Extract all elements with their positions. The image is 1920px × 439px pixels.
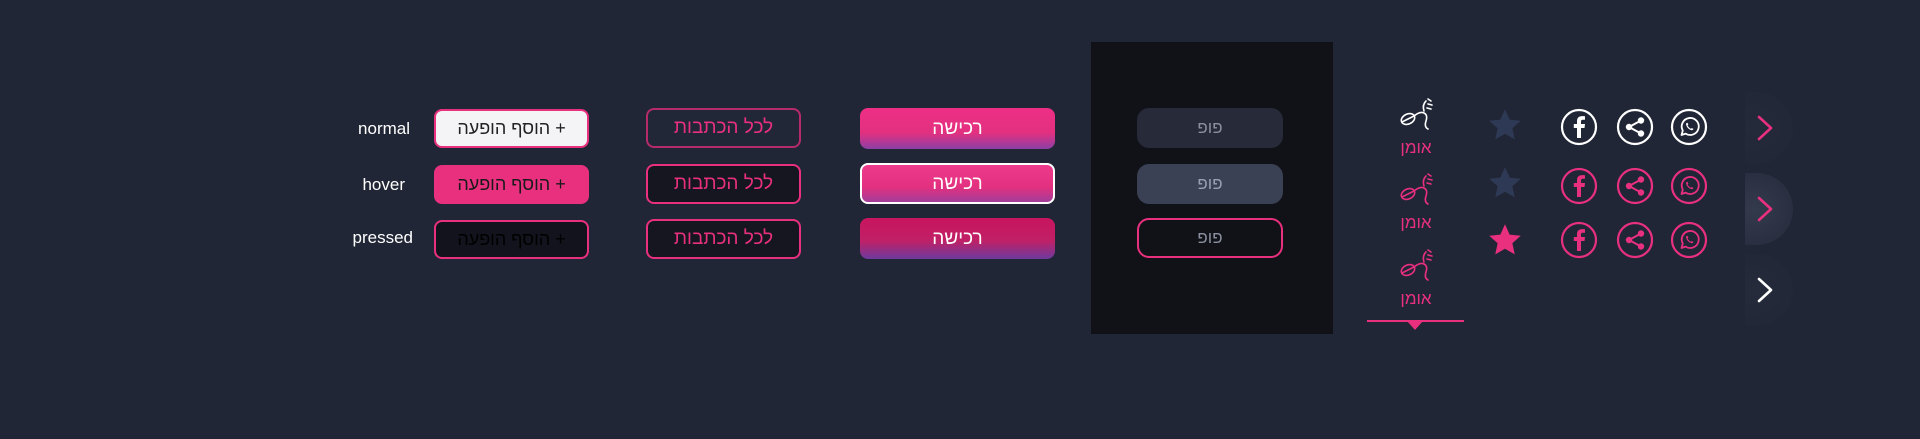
chevron-right-icon [1757, 196, 1773, 222]
whatsapp-icon[interactable] [1670, 221, 1708, 259]
purchase-label: רכישה [932, 227, 983, 249]
all-writings-label: לכל הכתבות [673, 228, 774, 249]
star-icon-hover[interactable] [1487, 165, 1523, 201]
share-icon[interactable] [1616, 108, 1654, 146]
add-event-button-hover[interactable]: + הוסף הופעה [434, 165, 589, 204]
genre-pill-label: פופ [1197, 174, 1223, 193]
next-arrow-button-pressed[interactable] [1745, 254, 1793, 326]
artist-tab-label: אומן [1400, 213, 1432, 232]
genre-pill-label: פופ [1197, 118, 1223, 137]
singer-microphone-icon [1400, 173, 1433, 205]
artist-tab-normal[interactable]: אומן [1376, 97, 1456, 158]
all-writings-label: לכל הכתבות [673, 173, 774, 194]
star-icon-normal[interactable] [1487, 107, 1523, 143]
state-label-pressed: pressed [352, 228, 413, 247]
purchase-button-pressed[interactable]: רכישה [860, 218, 1055, 259]
artist-tab-active[interactable]: אומן [1376, 248, 1456, 309]
next-arrow-button-normal[interactable] [1745, 92, 1793, 164]
genre-pill-pop-hover[interactable]: פופ [1137, 164, 1283, 204]
add-event-button-normal[interactable]: + הוסף הופעה [434, 109, 589, 148]
add-event-label: + הוסף הופעה [457, 118, 566, 138]
chevron-right-icon [1757, 277, 1773, 303]
dark-preview-panel: פופ פופ פופ [1091, 42, 1333, 334]
singer-microphone-icon [1400, 98, 1433, 130]
share-icon[interactable] [1616, 221, 1654, 259]
state-label-hover: hover [362, 175, 405, 194]
star-icon-active[interactable] [1487, 222, 1523, 258]
purchase-label: רכישה [932, 117, 983, 139]
state-label-normal: normal [358, 119, 410, 138]
whatsapp-icon[interactable] [1670, 167, 1708, 205]
all-writings-button-pressed[interactable]: לכל הכתבות [646, 219, 801, 259]
active-tab-caret-icon [1407, 321, 1423, 330]
add-event-button-pressed[interactable]: + הוסף הופעה [434, 220, 589, 259]
facebook-icon[interactable] [1560, 221, 1598, 259]
genre-pill-pop-pressed[interactable]: פופ [1137, 218, 1283, 258]
artist-tab-hover[interactable]: אומן [1376, 172, 1456, 233]
add-event-label: + הוסף הופעה [457, 174, 566, 194]
all-writings-button-hover[interactable]: לכל הכתבות [646, 164, 801, 204]
purchase-button-hover[interactable]: רכישה [860, 163, 1055, 204]
share-icon[interactable] [1616, 167, 1654, 205]
next-arrow-button-hover[interactable] [1745, 173, 1793, 245]
purchase-button-normal[interactable]: רכישה [860, 108, 1055, 149]
facebook-icon[interactable] [1560, 108, 1598, 146]
artist-tab-label: אומן [1400, 138, 1432, 157]
all-writings-label: לכל הכתבות [673, 117, 774, 138]
facebook-icon[interactable] [1560, 167, 1598, 205]
genre-pill-pop-normal[interactable]: פופ [1137, 108, 1283, 148]
singer-microphone-icon [1400, 249, 1433, 281]
add-event-label: + הוסף הופעה [457, 229, 566, 249]
chevron-right-icon [1757, 115, 1773, 141]
genre-pill-label: פופ [1197, 228, 1223, 247]
purchase-label: רכישה [932, 172, 983, 194]
whatsapp-icon[interactable] [1670, 108, 1708, 146]
artist-tab-label: אומן [1400, 289, 1432, 308]
all-writings-button-normal[interactable]: לכל הכתבות [646, 108, 801, 148]
